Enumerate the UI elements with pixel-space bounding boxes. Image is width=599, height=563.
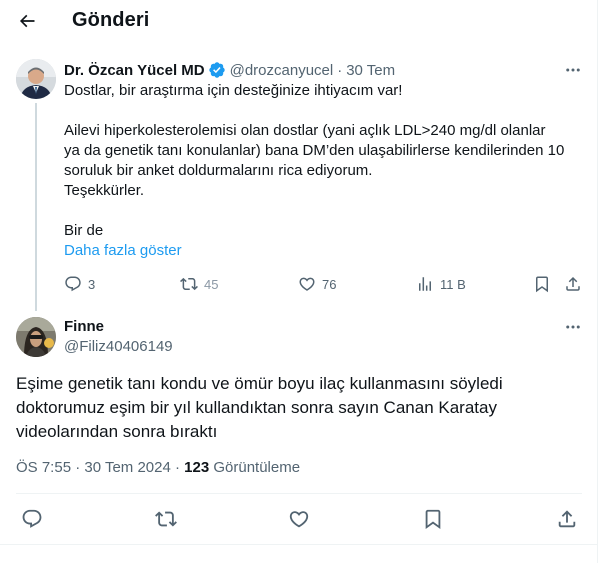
heart-icon xyxy=(299,277,315,291)
author-handle[interactable]: @drozcanyucel xyxy=(230,62,334,79)
tweet-timestamp[interactable]: ÖS 7:55 · 30 Tem 2024 · xyxy=(16,459,180,476)
bookmark-icon xyxy=(425,509,441,530)
tweet-metadata: ÖS 7:55 · 30 Tem 2024 · 123 Görüntüleme xyxy=(16,459,300,476)
post-page: Gönderi Dr. Özcan Yücel MD @drozcanyucel… xyxy=(0,0,598,563)
heart-icon xyxy=(289,511,309,528)
views-count: 123 xyxy=(184,459,210,476)
page-header: Gönderi xyxy=(0,0,598,44)
profile-photo xyxy=(16,59,56,99)
author-name[interactable]: Finne xyxy=(64,318,104,335)
thread-line xyxy=(35,103,37,311)
more-options-button[interactable] xyxy=(563,60,583,80)
arrow-left-icon xyxy=(19,14,35,28)
tweet-text-line: doktorumuz eşim bir yıl kullandıktan son… xyxy=(16,398,497,417)
like-count: 76 xyxy=(322,276,337,292)
tweet-text-line: Bir de xyxy=(64,222,104,239)
bookmark-button[interactable] xyxy=(422,508,444,530)
share-button[interactable] xyxy=(556,508,578,530)
retweet-count: 45 xyxy=(204,276,219,292)
retweet-button[interactable] xyxy=(155,508,177,530)
share-button[interactable] xyxy=(564,275,582,293)
share-icon xyxy=(566,276,580,291)
views-count: 11 B xyxy=(440,276,466,292)
more-options-button[interactable] xyxy=(563,317,583,337)
tweet-text-line: ya da genetik tanı konulanlar) bana DM’d… xyxy=(64,142,565,159)
more-icon xyxy=(566,325,580,329)
views-chart-icon xyxy=(419,277,431,291)
verified-badge-icon[interactable] xyxy=(208,61,226,79)
bookmark-icon xyxy=(536,276,548,293)
avatar[interactable] xyxy=(16,317,56,357)
author-handle[interactable]: @Filiz40406149 xyxy=(64,338,173,355)
views-label: Görüntüleme xyxy=(213,459,301,476)
share-icon xyxy=(558,510,576,528)
like-button[interactable] xyxy=(288,508,310,530)
tweet-text-line: Dostlar, bir araştırma için desteğinize … xyxy=(64,82,403,99)
tweet-text-line: Ailevi hiperkolesterolemisi olan dostlar… xyxy=(64,122,546,139)
divider xyxy=(16,493,582,494)
avatar[interactable] xyxy=(16,59,56,99)
tweet-header: Dr. Özcan Yücel MD @drozcanyucel · 30 Te… xyxy=(64,61,395,79)
reply-button[interactable]: 3 xyxy=(64,275,95,293)
like-button[interactable]: 76 xyxy=(298,275,336,293)
reply-count: 3 xyxy=(88,276,96,292)
more-icon xyxy=(566,68,580,72)
retweet-icon xyxy=(155,511,177,527)
tweet-time[interactable]: 30 Tem xyxy=(346,62,395,79)
bookmark-button[interactable] xyxy=(533,275,551,293)
author-name[interactable]: Dr. Özcan Yücel MD xyxy=(64,62,205,79)
retweet-button[interactable]: 45 xyxy=(180,275,218,293)
show-more-link[interactable]: Daha fazla göster xyxy=(64,241,182,261)
reply-icon xyxy=(65,276,81,292)
page-title: Gönderi xyxy=(72,9,150,31)
tweet-text-line: Eşime genetik tanı kondu ve ömür boyu il… xyxy=(16,374,503,393)
tweet-text-line: soruluk bir anket doldurmalarını rica ed… xyxy=(64,162,373,179)
views-button[interactable]: 11 B xyxy=(416,275,466,293)
divider xyxy=(0,544,598,545)
retweet-icon xyxy=(180,277,198,291)
profile-photo xyxy=(16,317,56,357)
separator-dot: · xyxy=(337,61,343,79)
tweet-text-line: videolarından sonra bıraktı xyxy=(16,422,218,441)
reply-icon xyxy=(22,509,42,528)
back-button[interactable] xyxy=(12,6,42,36)
tweet-text-line: Teşekkürler. xyxy=(64,182,145,199)
reply-button[interactable] xyxy=(21,508,43,530)
